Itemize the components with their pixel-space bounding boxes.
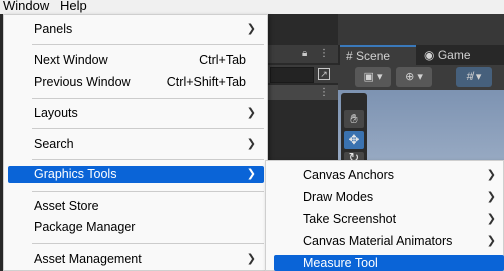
chevron-right-icon: ❯ (486, 169, 496, 181)
menu-item-previous-window[interactable]: Previous Window Ctrl+Shift+Tab (8, 72, 264, 93)
tab-game-label: Game (437, 48, 471, 62)
menu-separator (32, 44, 264, 45)
menu-item-next-window[interactable]: Next Window Ctrl+Tab (8, 50, 264, 71)
menu-item-asset-store[interactable]: Asset Store (8, 196, 264, 217)
menu-item-asset-management[interactable]: Asset Management ❯ (8, 249, 264, 270)
window-menu: Panels ❯ Next Window Ctrl+Tab Previous W… (3, 14, 268, 271)
chevron-right-icon: ❯ (246, 23, 256, 35)
grid-snap-button[interactable]: #̸ ▾ (456, 67, 492, 87)
menubar-help[interactable]: Help (60, 0, 87, 13)
globe-button[interactable]: ⊕ ▾ (396, 67, 432, 87)
hash-icon: # (346, 49, 353, 63)
more-options-icon[interactable]: ⋮ (319, 48, 329, 60)
menu-separator (32, 243, 264, 244)
menu-separator (32, 159, 264, 160)
menu-item-search[interactable]: Search ❯ (8, 134, 264, 155)
tab-scene[interactable]: # Scene (340, 45, 416, 65)
lock-icon[interactable]: 🔒︎ (302, 48, 307, 60)
submenu-item-canvas-material-animators[interactable]: Canvas Material Animators ❯ (274, 232, 504, 250)
graphics-tools-submenu: Canvas Anchors ❯ Draw Modes ❯ Take Scree… (265, 160, 504, 271)
tab-scene-label: Scene (356, 49, 391, 63)
menu-item-layouts[interactable]: Layouts ❯ (8, 103, 264, 124)
menubar-window[interactable]: Window (3, 0, 49, 13)
menu-separator (32, 128, 264, 129)
menubar: Window Help (0, 0, 504, 14)
gamepad-icon: ◉ (424, 48, 435, 62)
menu-separator (32, 98, 264, 99)
chevron-right-icon: ❯ (246, 253, 256, 265)
submenu-item-canvas-anchors[interactable]: Canvas Anchors ❯ (274, 166, 504, 184)
chevron-right-icon: ❯ (246, 138, 256, 150)
submenu-item-draw-modes[interactable]: Draw Modes ❯ (274, 188, 504, 206)
menu-separator (32, 191, 264, 192)
menu-item-panels[interactable]: Panels ❯ (8, 19, 264, 40)
chevron-right-icon: ❯ (486, 213, 496, 225)
chevron-right-icon: ❯ (246, 168, 256, 180)
submenu-item-take-screenshot[interactable]: Take Screenshot ❯ (274, 210, 504, 228)
chevron-right-icon: ❯ (486, 235, 496, 247)
panel-search-field[interactable] (270, 67, 314, 83)
chevron-right-icon: ❯ (486, 191, 496, 203)
tab-game[interactable]: ◉ Game (422, 45, 502, 65)
draw-mode-button[interactable]: ▣ ▾ (355, 67, 391, 87)
submenu-item-measure-tool[interactable]: Measure Tool (274, 255, 504, 271)
expand-icon[interactable]: ↗ (318, 68, 330, 80)
menu-item-package-manager[interactable]: Package Manager (8, 217, 264, 238)
move-tool-icon[interactable]: ✥ (344, 131, 364, 149)
menu-item-graphics-tools[interactable]: Graphics Tools ❯ (8, 166, 264, 183)
hand-tool-icon[interactable]: ✋︎ (344, 110, 364, 128)
chevron-right-icon: ❯ (246, 107, 256, 119)
more-options-icon[interactable]: ⋮ (319, 87, 329, 99)
